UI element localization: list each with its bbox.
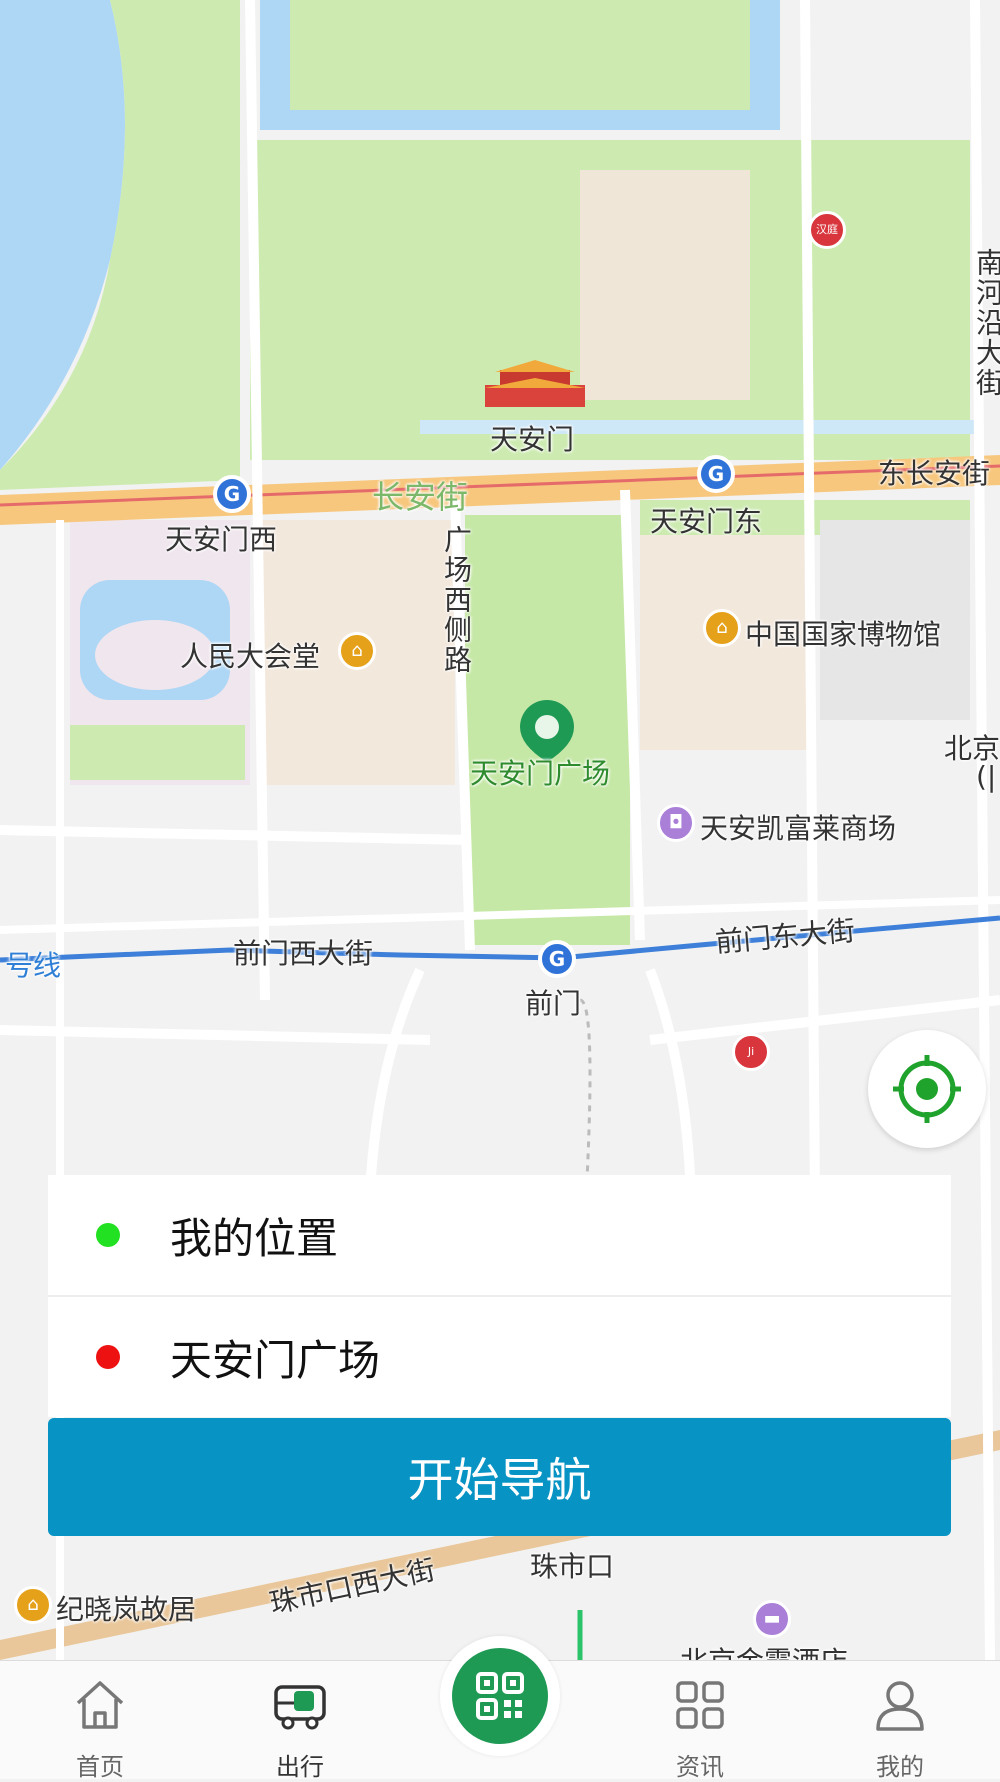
destination-dot-icon [96, 1345, 120, 1369]
user-icon [876, 1681, 924, 1731]
tab-home[interactable]: 首页 [0, 1661, 200, 1781]
shopping-icon[interactable]: ◘ [657, 804, 695, 842]
label-tiananmen-xi: 天安门西 [165, 523, 278, 556]
label-jixiaolan-guju: 纪晓岚故居 [56, 1593, 197, 1626]
label-changan-jie: 长安街 [372, 478, 469, 516]
label-guangchang-xi-ce-lu: 广场西侧路 [440, 525, 473, 675]
hotel-brand-icon[interactable]: Ji [732, 1033, 770, 1071]
tab-travel-label: 出行 [276, 1753, 324, 1781]
museum-icon[interactable]: ⌂ [338, 632, 376, 670]
tab-mine[interactable]: 我的 [800, 1661, 1000, 1781]
label-tiananmen-dong: 天安门东 [650, 505, 763, 538]
destination-text: 天安门广场 [170, 1335, 381, 1385]
label-tianan-kaifulai: 天安凯富莱商场 [700, 812, 897, 845]
tab-mine-label: 我的 [876, 1753, 924, 1781]
metro-station-icon[interactable]: G [213, 475, 251, 513]
label-beijing-hotel-partial: 北京金霞酒店 [680, 1640, 848, 1660]
route-panel: 我的位置 天安门广场 [48, 1175, 951, 1417]
start-navigation-button[interactable]: 开始导航 [48, 1418, 951, 1536]
label-dong-changan-jie: 东长安街 [878, 457, 991, 490]
label-beijing-paren: (| [976, 760, 997, 793]
museum-icon[interactable]: ⌂ [14, 1586, 52, 1624]
label-qianmen-xi-dajie: 前门西大街 [233, 937, 374, 970]
label-guojia-bowuguan: 中国国家博物馆 [745, 618, 942, 651]
tab-travel[interactable]: 出行 [200, 1661, 400, 1781]
label-zhushikou: 珠市口 [530, 1550, 615, 1583]
label-qianmen: 前门 [525, 987, 582, 1020]
home-icon [76, 1681, 124, 1729]
tab-news[interactable]: 资讯 [600, 1661, 800, 1781]
origin-dot-icon [96, 1223, 120, 1247]
label-hao-xian: 号线 [5, 949, 62, 982]
metro-station-icon[interactable]: G [538, 940, 576, 978]
tab-home-label: 首页 [76, 1753, 124, 1781]
origin-text: 我的位置 [170, 1213, 339, 1263]
label-nanheyan-dajie: 南河沿大街 [972, 248, 1000, 398]
scan-qr-button[interactable] [440, 1636, 560, 1756]
label-renmin-dahuitang: 人民大会堂 [180, 640, 321, 673]
qr-code-icon [476, 1672, 524, 1720]
label-tiananmen-guangchang: 天安门广场 [470, 757, 611, 790]
hotel-icon[interactable]: ▬ [753, 1600, 791, 1638]
locate-me-button[interactable] [868, 1030, 986, 1148]
metro-station-icon[interactable]: G [697, 455, 735, 493]
museum-icon[interactable]: ⌂ [703, 609, 741, 647]
bus-icon [274, 1685, 326, 1730]
crosshair-icon [893, 1055, 961, 1123]
origin-row[interactable]: 我的位置 [48, 1175, 951, 1295]
label-tiananmen: 天安门 [490, 423, 575, 456]
grid-icon [676, 1681, 724, 1729]
hotel-brand-icon[interactable]: 汉庭 [808, 211, 846, 249]
destination-row[interactable]: 天安门广场 [48, 1295, 951, 1417]
tab-news-label: 资讯 [676, 1753, 724, 1781]
